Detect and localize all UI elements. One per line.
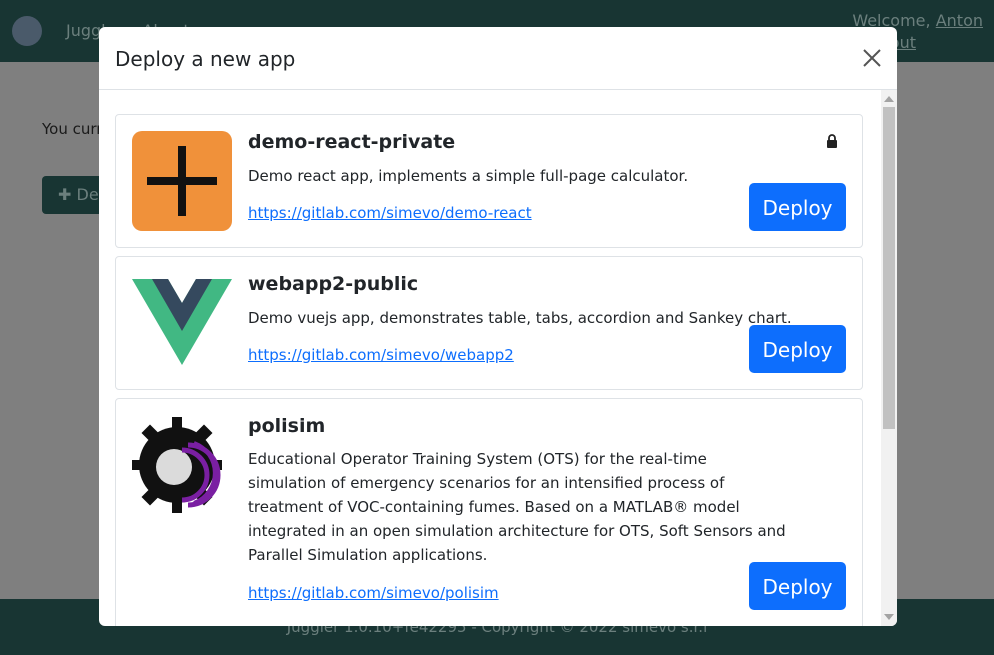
app-logo-icon[interactable] [12, 16, 42, 46]
modal-title: Deploy a new app [115, 47, 296, 71]
app-description: Demo vuejs app, demonstrates table, tabs… [248, 309, 792, 327]
app-card: demo-react-private Demo react app, imple… [115, 114, 863, 248]
modal-body: demo-react-private Demo react app, imple… [99, 90, 897, 626]
scrollbar-thumb[interactable] [883, 107, 895, 429]
scroll-up-icon[interactable] [884, 96, 894, 102]
deploy-button[interactable]: Deploy [749, 562, 846, 610]
app-card: polisim Educational Operator Training Sy… [115, 398, 863, 626]
plus-logo-icon [132, 131, 232, 231]
page-info-text: You curr [42, 120, 103, 138]
app-description: Educational Operator Training System (OT… [248, 450, 786, 564]
lock-icon [826, 133, 838, 148]
app-name: webapp2-public [248, 273, 419, 295]
app-description: Demo react app, implements a simple full… [248, 167, 689, 185]
modal-scrollbar[interactable] [881, 90, 897, 626]
app-name: demo-react-private [248, 131, 456, 153]
close-icon[interactable] [859, 45, 885, 71]
app-card: webapp2-public Demo vuejs app, demonstra… [115, 256, 863, 390]
app-name: polisim [248, 415, 326, 437]
app-repo-link[interactable]: https://gitlab.com/simevo/polisim [248, 584, 499, 602]
deploy-modal: Deploy a new app demo-react-private Demo… [99, 27, 897, 626]
user-link[interactable]: Anton [936, 11, 983, 30]
polisim-logo-icon [132, 415, 232, 515]
scroll-down-icon[interactable] [884, 614, 894, 620]
modal-header: Deploy a new app [99, 27, 897, 90]
deploy-button[interactable]: Deploy [749, 183, 846, 231]
app-repo-link[interactable]: https://gitlab.com/simevo/demo-react [248, 204, 532, 222]
deploy-button[interactable]: Deploy [749, 325, 846, 373]
vue-logo-icon [132, 273, 232, 373]
app-repo-link[interactable]: https://gitlab.com/simevo/webapp2 [248, 346, 514, 364]
